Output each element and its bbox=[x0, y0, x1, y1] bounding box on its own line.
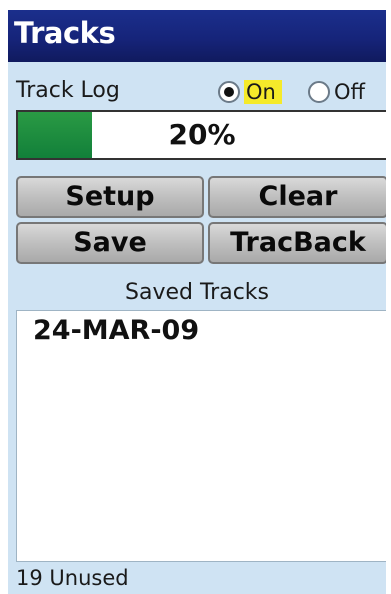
track-log-off-radio[interactable]: Off bbox=[308, 78, 365, 106]
gps-device: Tracks Track Log On Off 20% Setup Clear … bbox=[0, 0, 391, 594]
progress-percent: 20% bbox=[168, 118, 236, 151]
saved-tracks-label: Saved Tracks bbox=[125, 280, 269, 305]
radio-selected-icon bbox=[218, 81, 240, 103]
track-log-on-label: On bbox=[244, 80, 282, 104]
save-button[interactable]: Save bbox=[16, 222, 204, 264]
page-title: Tracks bbox=[14, 16, 116, 50]
tracback-button[interactable]: TracBack bbox=[208, 222, 386, 264]
setup-button[interactable]: Setup bbox=[16, 176, 204, 218]
clear-button[interactable]: Clear bbox=[208, 176, 386, 218]
saved-tracks-list[interactable]: 24-MAR-09 bbox=[16, 310, 386, 562]
track-log-off-label: Off bbox=[334, 80, 365, 104]
radio-unselected-icon bbox=[308, 81, 330, 103]
list-item[interactable]: 24-MAR-09 bbox=[17, 311, 386, 346]
track-log-on-radio[interactable]: On bbox=[218, 78, 282, 106]
track-log-label: Track Log bbox=[16, 78, 120, 103]
unused-count-status: 19 Unused bbox=[16, 566, 129, 590]
title-bar: Tracks bbox=[8, 10, 386, 62]
track-log-progress-bar: 20% bbox=[16, 110, 386, 160]
tracks-screen: Tracks Track Log On Off 20% Setup Clear … bbox=[8, 10, 386, 594]
